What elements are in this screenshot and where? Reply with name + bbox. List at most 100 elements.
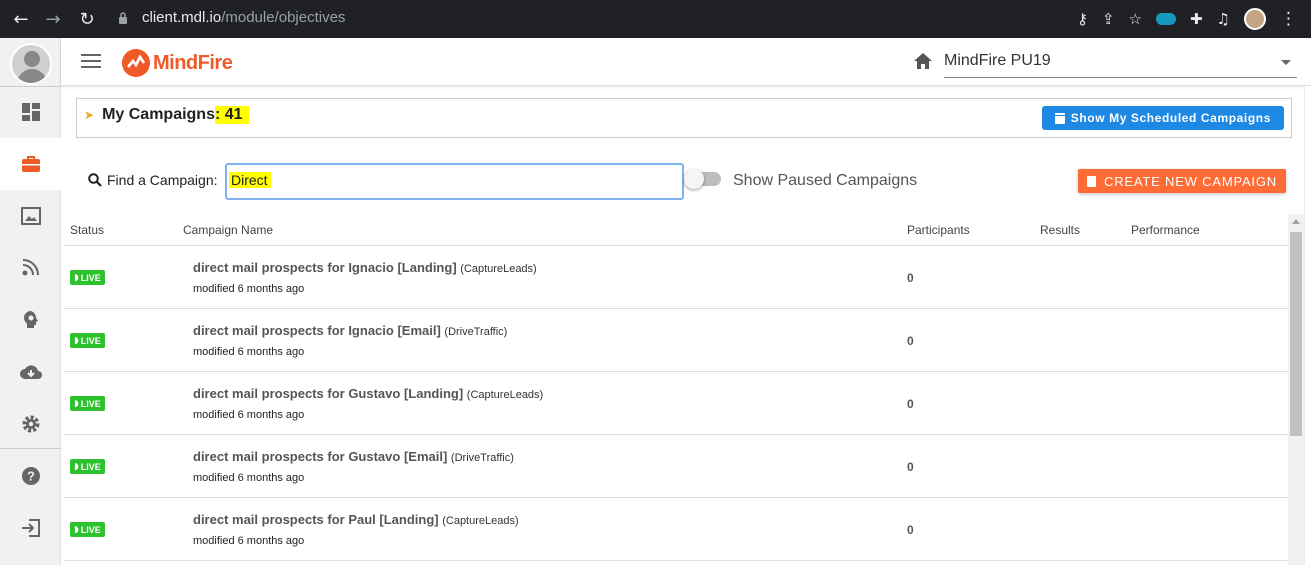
sidebar: ? [0,38,61,565]
organization-name: MindFire PU19 [944,52,1051,69]
sidebar-avatar[interactable] [0,38,61,90]
sidebar-item-settings[interactable] [0,398,61,450]
url-host: client.mdl.io [142,9,222,26]
forward-arrow-icon[interactable]: → [40,9,66,30]
campaign-name-link[interactable]: direct mail prospects for Ignacio [Email… [193,323,507,338]
header-campaign-name[interactable]: Campaign Name [183,223,273,237]
back-arrow-icon[interactable]: ← [8,9,34,30]
menu-icon[interactable]: ⋮ [1280,9,1297,29]
sidebar-item-download[interactable] [0,346,61,398]
status-badge: ◗ LIVE [70,459,105,474]
logo-text: MindFire [153,51,233,74]
dashboard-icon [21,103,40,121]
url-path: /module/objectives [221,9,346,26]
table-row[interactable]: ◗ LIVE direct mail prospects for Gustavo … [64,435,1288,498]
table-row[interactable]: ◗ LIVE direct mail prospects for Gustavo … [64,372,1288,435]
cloud-download-icon [19,365,42,379]
profile-icon[interactable] [1244,8,1266,30]
participants-count: 0 [907,460,914,474]
hamburger-menu-icon[interactable] [81,54,101,68]
table-row[interactable]: ◗ LIVE direct mail prospects for Ignacio … [64,309,1288,372]
search-input-value: Direct [229,172,271,188]
campaign-type: (CaptureLeads) [466,389,544,401]
mindfire-logo[interactable]: MindFire [122,49,233,77]
document-icon [1087,175,1097,187]
browser-toolbar: ← → ↻ client.mdl.io/module/objectives ⚷ … [0,0,1311,38]
create-new-campaign-button[interactable]: CREATE NEW CAMPAIGN [1078,169,1286,193]
campaign-name-link[interactable]: direct mail prospects for Gustavo [Email… [193,449,514,464]
table-row[interactable]: ◗ LIVE direct mail prospects for Ignacio … [64,246,1288,309]
chevron-down-icon [1281,60,1291,65]
participants-count: 0 [907,397,914,411]
sidebar-item-dashboard[interactable] [0,86,61,138]
header-participants[interactable]: Participants [907,223,970,237]
lightbulb-head-icon [23,311,38,328]
organization-select[interactable]: MindFire PU19 [944,48,1297,78]
sidebar-item-help[interactable]: ? [0,450,61,502]
status-badge: ◗ LIVE [70,270,105,285]
campaigns-table: Status Campaign Name Participants Result… [64,214,1288,565]
status-badge: ◗ LIVE [70,333,105,348]
page-title: ➤ My Campaigns: 41 [84,106,249,124]
show-scheduled-campaigns-button[interactable]: Show My Scheduled Campaigns [1041,106,1284,130]
status-badge: ◗ LIVE [70,396,105,411]
status-badge: ◗ LIVE [70,522,105,537]
rss-icon: ◗ [74,524,79,535]
home-icon[interactable] [913,52,933,70]
rss-icon: ◗ [74,461,79,472]
header-results[interactable]: Results [1040,223,1080,237]
modified-time: modified 6 months ago [193,283,305,295]
header-performance[interactable]: Performance [1131,223,1200,237]
table-header: Status Campaign Name Participants Result… [64,214,1288,246]
calendar-icon [1054,112,1065,124]
rss-icon: ◗ [74,398,79,409]
create-button-label: CREATE NEW CAMPAIGN [1104,173,1277,189]
avatar [9,43,52,85]
sidebar-item-signal[interactable] [0,242,61,294]
gear-icon [22,415,39,433]
table-scrollbar[interactable] [1288,214,1304,565]
show-paused-toggle[interactable] [684,169,721,189]
scroll-thumb[interactable] [1290,232,1302,436]
modified-time: modified 6 months ago [193,346,305,358]
participants-count: 0 [907,271,914,285]
sidebar-item-campaigns[interactable] [0,138,61,190]
sidebar-item-logout[interactable] [0,502,61,554]
header-status[interactable]: Status [70,223,104,237]
toggle-knob [684,169,704,189]
campaign-type: (CaptureLeads) [442,515,519,527]
address-bar[interactable]: client.mdl.io/module/objectives [142,9,345,26]
participants-count: 0 [907,523,914,537]
help-icon: ? [21,467,40,485]
campaign-type: (CaptureLeads) [460,263,537,275]
share-icon[interactable]: ⇪ [1102,10,1115,28]
reload-icon[interactable]: ↻ [74,9,100,30]
campaigns-title: My Campaigns [102,106,215,123]
scroll-up-arrow-icon[interactable] [1292,219,1300,224]
lock-icon[interactable] [118,12,128,24]
campaigns-count: : 41 [214,106,249,124]
campaign-type: (DriveTraffic) [444,326,508,338]
campaign-name-link[interactable]: direct mail prospects for Paul [Landing]… [193,512,519,527]
find-campaign-label: Find a Campaign: [88,172,218,188]
app-header: MindFire MindFire PU19 [61,38,1311,86]
campaign-name-link[interactable]: direct mail prospects for Gustavo [Landi… [193,386,543,401]
sidebar-item-insights[interactable] [0,294,61,346]
media-icon[interactable]: ♫ [1217,10,1230,28]
extensions-icon[interactable]: ✚ [1190,10,1203,28]
modified-time: modified 6 months ago [193,472,305,484]
star-icon[interactable]: ☆ [1129,10,1142,28]
key-icon[interactable]: ⚷ [1077,10,1088,28]
salesforce-icon[interactable] [1155,13,1176,25]
sidebar-item-gallery[interactable] [0,190,61,242]
campaigns-header: ➤ My Campaigns: 41 Show My Scheduled Cam… [76,98,1292,138]
modified-time: modified 6 months ago [193,535,305,547]
campaign-search-input[interactable] [225,163,684,200]
send-arrow-icon: ➤ [84,108,95,122]
signal-icon [22,259,39,276]
page-edge [1304,86,1311,565]
table-row[interactable]: ◗ LIVE direct mail prospects for Paul [La… [64,498,1288,561]
campaign-name-link[interactable]: direct mail prospects for Ignacio [Landi… [193,260,537,275]
rss-icon: ◗ [74,272,79,283]
participants-count: 0 [907,334,914,348]
